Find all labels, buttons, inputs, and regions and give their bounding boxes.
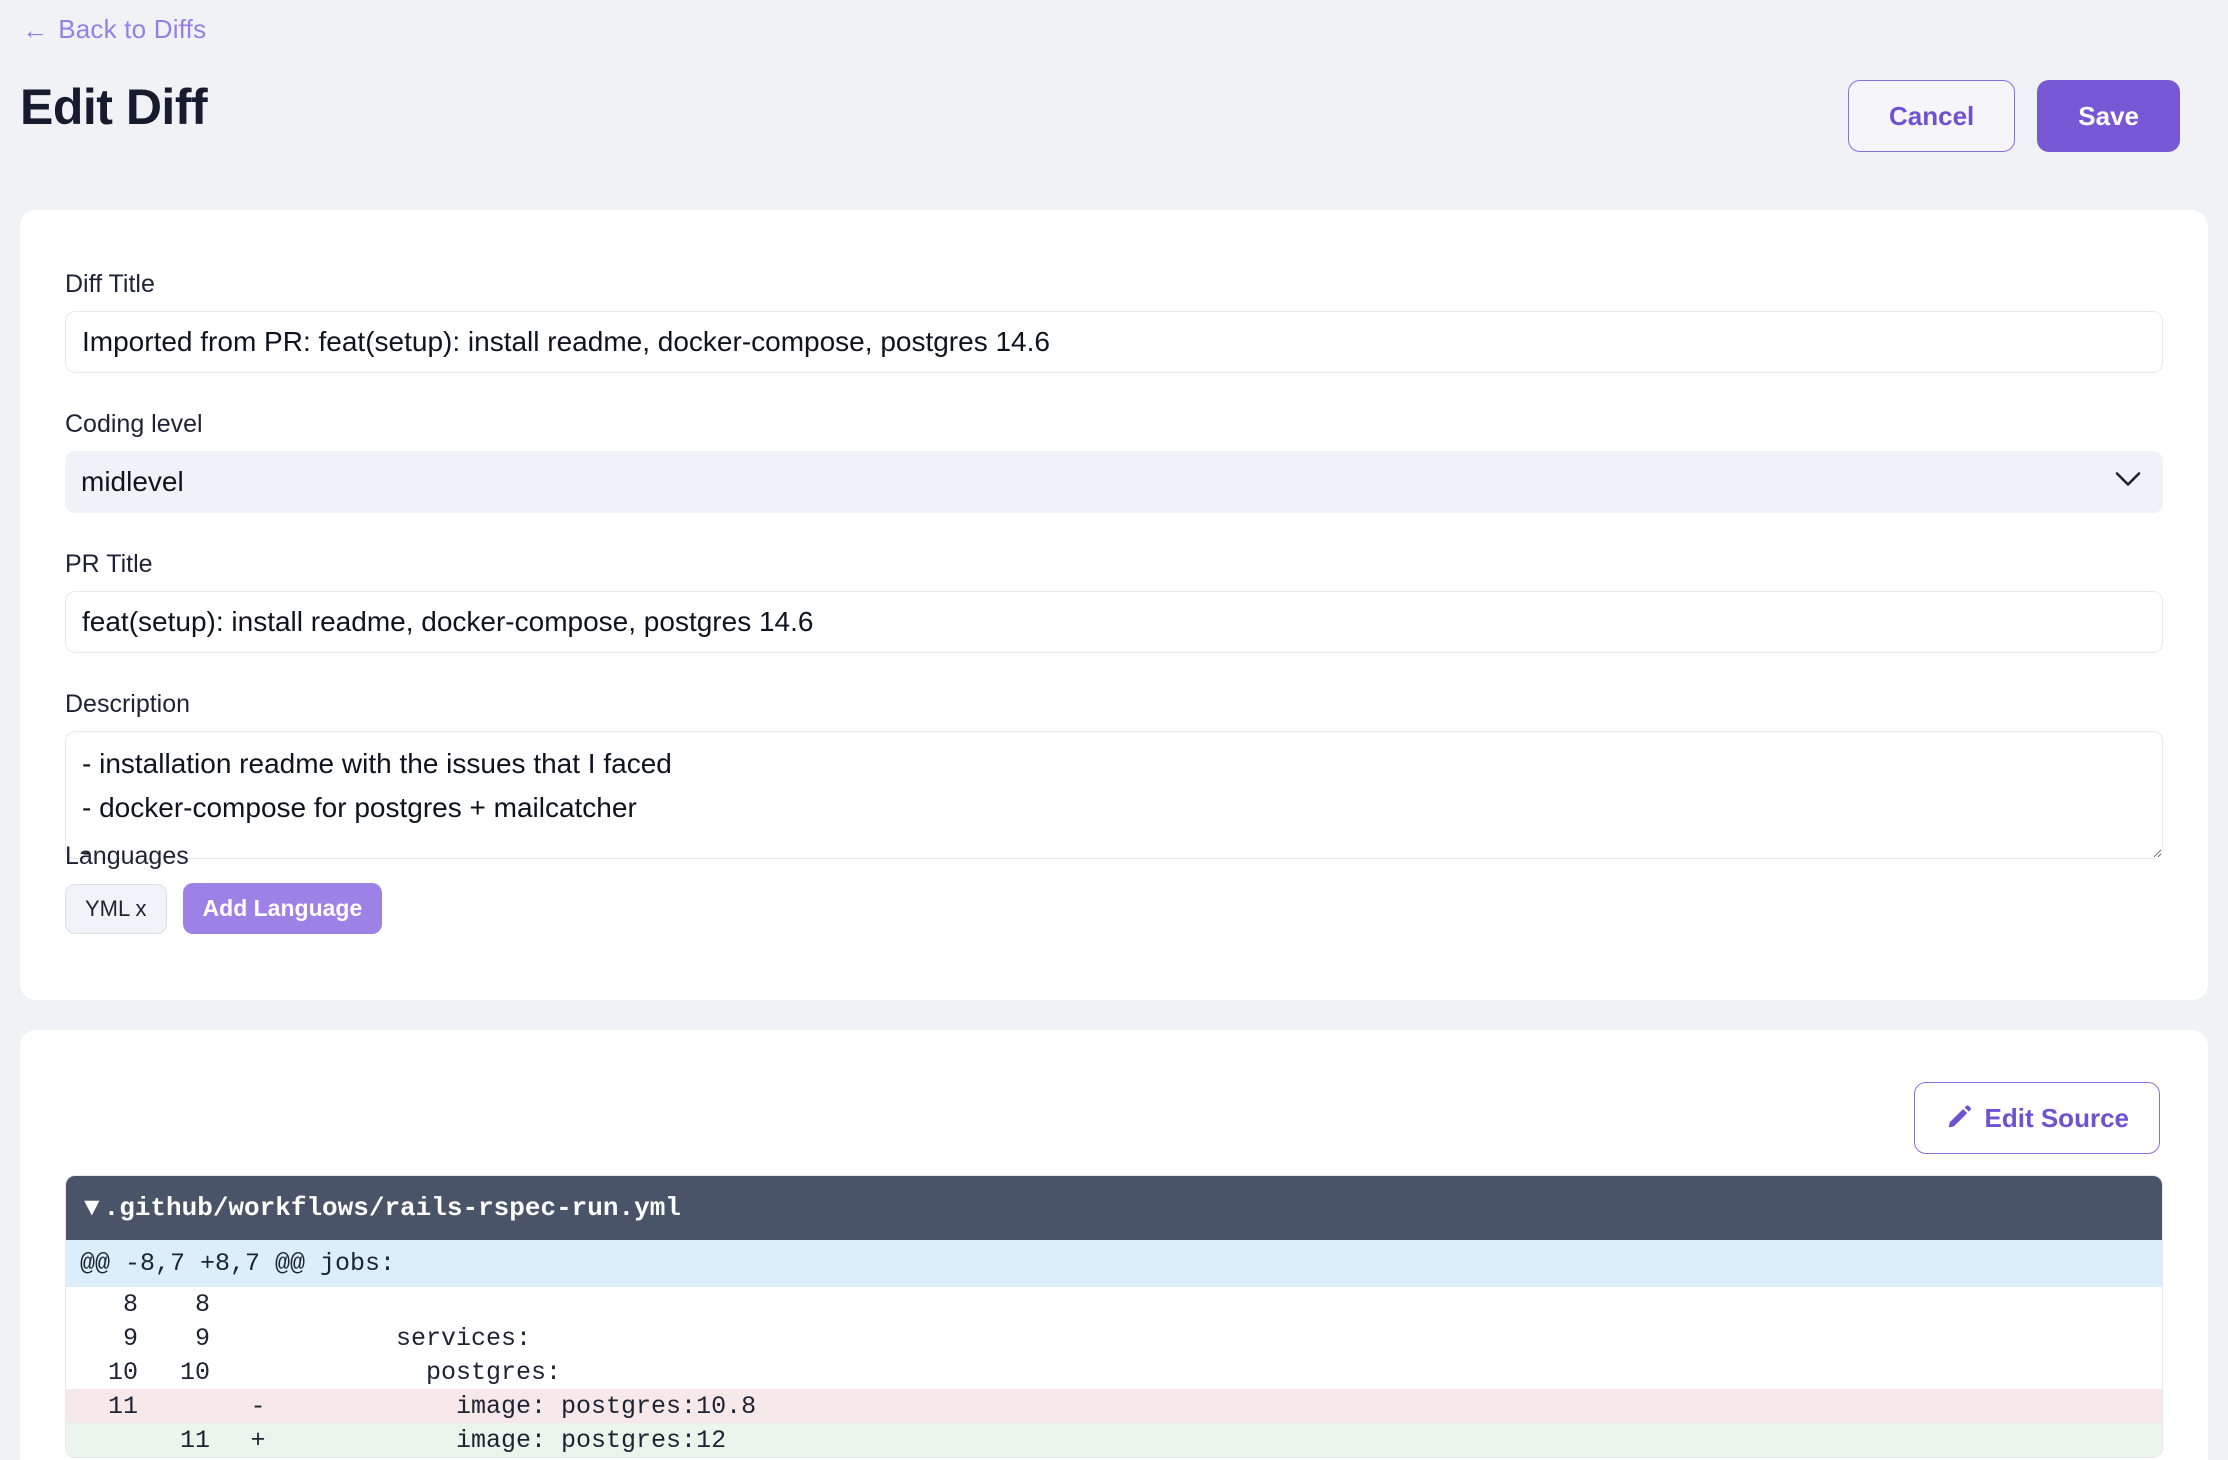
diff-marker [210,1355,306,1389]
diff-marker-removed: - [210,1389,306,1423]
collapse-triangle-icon[interactable]: ▼ [84,1193,100,1223]
edit-source-label: Edit Source [1984,1103,2129,1133]
diff-table: @@ -8,7 +8,7 @@ jobs: 8 8 9 9 services: [66,1240,2162,1457]
diff-new-lineno: 9 [138,1321,210,1355]
diff-hunk-header-row: @@ -8,7 +8,7 @@ jobs: [66,1240,2162,1287]
diff-new-lineno: 11 [138,1423,210,1457]
pencil-icon [1945,1102,1973,1134]
diff-new-lineno [138,1389,210,1423]
field-languages: Languages YML x Add Language [65,842,2163,934]
diff-file-name: .github/workflows/rails-rspec-run.yml [103,1193,681,1223]
diff-row: 8 8 [66,1287,2162,1321]
header-actions: Cancel Save [1848,80,2180,152]
diff-row-removed: 11 - image: postgres:10.8 [66,1389,2162,1423]
description-label: Description [65,690,191,718]
diff-file-header[interactable]: ▼ .github/workflows/rails-rspec-run.yml [66,1176,2162,1240]
diff-code [306,1287,2162,1321]
pr-title-label: PR Title [65,550,153,578]
field-coding-level: Coding level [65,410,2163,513]
back-to-diffs-link[interactable]: ← Back to Diffs [22,14,206,45]
diff-marker-added: + [210,1423,306,1457]
diff-marker [210,1287,306,1321]
field-description: Description - installation readme with t… [65,690,2163,864]
diff-old-lineno: 8 [66,1287,138,1321]
pr-title-input[interactable] [65,591,2163,653]
coding-level-select[interactable] [65,451,2163,513]
diff-table-body: @@ -8,7 +8,7 @@ jobs: 8 8 9 9 services: [66,1240,2162,1457]
save-button[interactable]: Save [2037,80,2180,152]
cancel-button[interactable]: Cancel [1848,80,2016,152]
diff-code: services: [306,1321,2162,1355]
add-language-button[interactable]: Add Language [182,883,383,934]
coding-level-label: Coding level [65,410,203,438]
diff-viewer: ▼ .github/workflows/rails-rspec-run.yml … [65,1175,2163,1458]
diff-code: image: postgres:12 [306,1423,2162,1457]
language-chip-yml[interactable]: YML x [65,883,167,934]
diff-row-added: 11 + image: postgres:12 [66,1423,2162,1457]
diff-row: 10 10 postgres: [66,1355,2162,1389]
edit-diff-page: ← Back to Diffs Edit Diff Cancel Save Di… [0,0,2228,1460]
diff-title-input[interactable] [65,311,2163,373]
field-diff-title: Diff Title [65,270,2163,373]
left-arrow-icon: ← [22,14,49,45]
diff-old-lineno: 11 [66,1389,138,1423]
diff-new-lineno: 8 [138,1287,210,1321]
diff-old-lineno: 9 [66,1321,138,1355]
diff-form-card: Diff Title Coding level PR Title Descrip… [20,210,2208,1000]
back-to-diffs-label: Back to Diffs [58,14,207,44]
diff-new-lineno: 10 [138,1355,210,1389]
diff-row: 9 9 services: [66,1321,2162,1355]
diff-hunk-header: @@ -8,7 +8,7 @@ jobs: [66,1240,2162,1287]
diff-code: postgres: [306,1355,2162,1389]
diff-preview-card: Edit Source ▼ .github/workflows/rails-rs… [20,1030,2208,1460]
diff-title-label: Diff Title [65,270,155,298]
edit-source-button[interactable]: Edit Source [1913,1082,2160,1154]
languages-label: Languages [65,842,189,870]
description-textarea[interactable]: - installation readme with the issues th… [65,731,2163,859]
field-pr-title: PR Title [65,550,2163,653]
edit-source-wrap: Edit Source [1913,1082,2160,1154]
diff-marker [210,1321,306,1355]
languages-row: YML x Add Language [65,883,2163,934]
diff-old-lineno [66,1423,138,1457]
page-title: Edit Diff [20,79,208,135]
diff-old-lineno: 10 [66,1355,138,1389]
diff-code: image: postgres:10.8 [306,1389,2162,1423]
